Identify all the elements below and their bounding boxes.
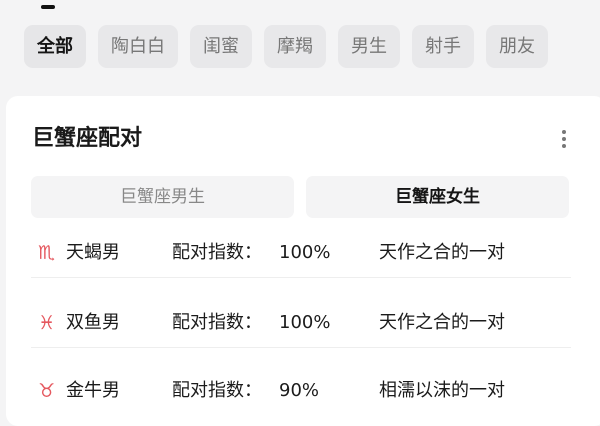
- more-dot: [562, 137, 566, 141]
- tab-boys[interactable]: 男生: [338, 25, 400, 68]
- match-row-scorpio[interactable]: ♏ 天蝎男 配对指数： 100% 天作之合的一对: [31, 229, 571, 278]
- index-value: 90%: [279, 380, 320, 401]
- scorpio-icon: ♏: [37, 242, 56, 264]
- tab-sagittarius[interactable]: 射手: [412, 25, 474, 68]
- match-row-pisces[interactable]: ♓ 双鱼男 配对指数： 100% 天作之合的一对: [31, 299, 571, 348]
- more-vertical-icon[interactable]: [554, 125, 574, 153]
- match-name: 双鱼男: [66, 312, 120, 333]
- index-label: 配对指数：: [172, 312, 262, 333]
- match-description: 相濡以沫的一对: [379, 380, 505, 401]
- tab-taobaibai[interactable]: 陶白白: [98, 25, 178, 68]
- match-name: 金牛男: [66, 380, 120, 401]
- taurus-icon: ♉: [37, 380, 56, 402]
- match-card: 巨蟹座配对 巨蟹座男生 巨蟹座女生 ♏ 天蝎男 配对指数： 100% 天作之合的…: [6, 96, 600, 426]
- segment-cancer-male[interactable]: 巨蟹座男生: [31, 176, 294, 218]
- more-dot: [562, 130, 566, 134]
- card-title: 巨蟹座配对: [32, 126, 143, 151]
- pisces-icon: ♓: [37, 312, 56, 334]
- index-value: 100%: [279, 312, 331, 333]
- index-label: 配对指数：: [172, 380, 262, 401]
- segment-cancer-female[interactable]: 巨蟹座女生: [306, 176, 569, 218]
- tab-capricorn[interactable]: 摩羯: [264, 25, 326, 68]
- match-name: 天蝎男: [66, 242, 120, 263]
- tab-all[interactable]: 全部: [24, 25, 86, 68]
- index-value: 100%: [279, 242, 331, 263]
- more-dot: [562, 144, 566, 148]
- tab-bestie[interactable]: 闺蜜: [190, 25, 252, 68]
- category-tabs: 全部 陶白白 闺蜜 摩羯 男生 射手 朋友: [24, 25, 548, 68]
- top-dash-indicator: [41, 5, 55, 9]
- match-description: 天作之合的一对: [379, 242, 505, 263]
- match-description: 天作之合的一对: [379, 312, 505, 333]
- tab-friends[interactable]: 朋友: [486, 25, 548, 68]
- match-row-taurus[interactable]: ♉ 金牛男 配对指数： 90% 相濡以沫的一对: [31, 367, 571, 415]
- index-label: 配对指数：: [172, 242, 262, 263]
